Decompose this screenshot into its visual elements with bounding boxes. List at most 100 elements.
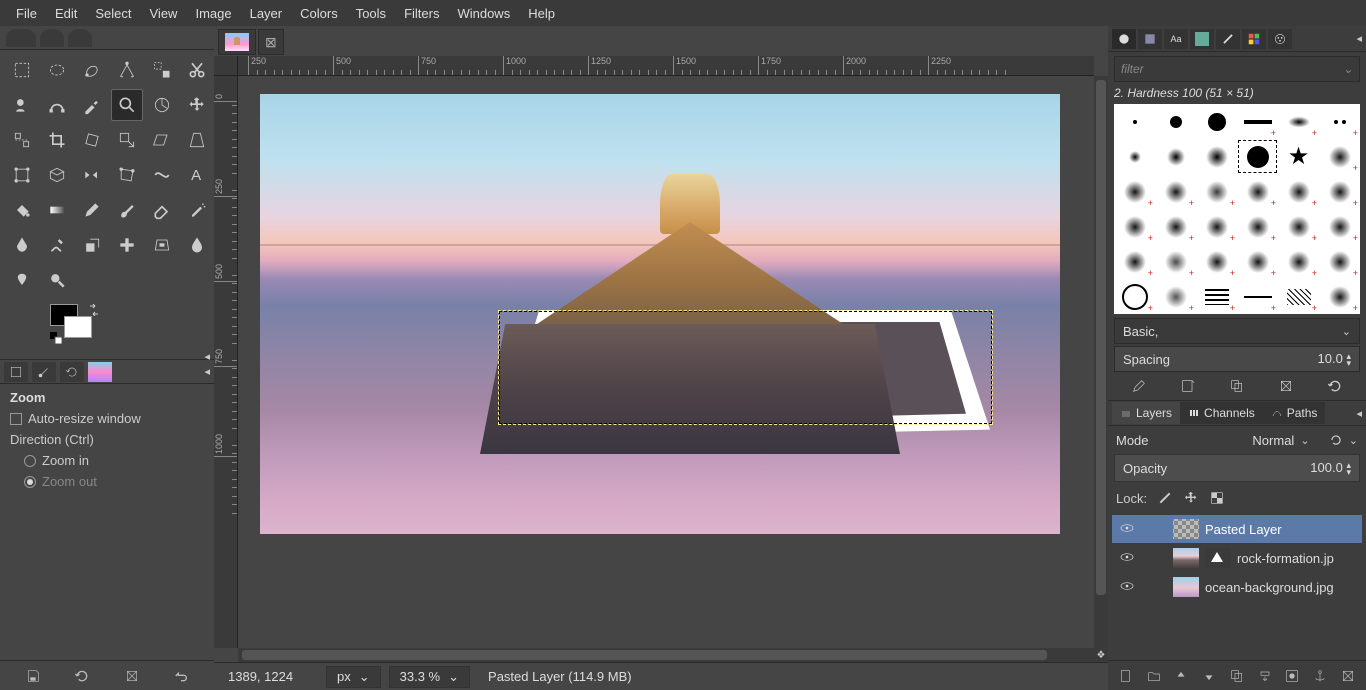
dodge-tool[interactable] <box>41 264 73 296</box>
menu-help[interactable]: Help <box>520 2 563 25</box>
flip-tool[interactable] <box>76 159 108 191</box>
blur-tool[interactable] <box>181 229 213 261</box>
document-tab[interactable] <box>218 29 256 55</box>
canvas[interactable] <box>260 94 1060 534</box>
mask-layer-icon[interactable] <box>1281 665 1303 687</box>
layer-item[interactable]: ocean-background.jpg <box>1112 573 1362 601</box>
rect-select-tool[interactable] <box>6 54 38 86</box>
close-icon[interactable]: ⊠ <box>261 34 281 51</box>
color-picker-tool[interactable] <box>76 89 108 121</box>
by-color-select-tool[interactable] <box>146 54 178 86</box>
paths-tool[interactable] <box>41 89 73 121</box>
new-brush-icon[interactable] <box>1176 375 1200 397</box>
menu-edit[interactable]: Edit <box>47 2 85 25</box>
opacity-slider[interactable]: Opacity100.0 ▴▾ <box>1114 454 1360 482</box>
cage-tool[interactable] <box>111 159 143 191</box>
merge-down-icon[interactable] <box>1254 665 1276 687</box>
scrollbar-vertical[interactable] <box>1094 76 1108 648</box>
menu-layer[interactable]: Layer <box>242 2 291 25</box>
crop-tool[interactable] <box>41 124 73 156</box>
heal-tool[interactable] <box>111 229 143 261</box>
lock-position-icon[interactable] <box>1183 490 1199 506</box>
pencil-tool[interactable] <box>76 194 108 226</box>
patterns-tab[interactable] <box>1138 29 1162 49</box>
menu-file[interactable]: File <box>8 2 45 25</box>
paintbrush-tool[interactable] <box>111 194 143 226</box>
save-options-icon[interactable] <box>21 664 45 688</box>
menu-windows[interactable]: Windows <box>449 2 518 25</box>
scale-tool[interactable] <box>111 124 143 156</box>
reset-options-icon[interactable] <box>169 664 193 688</box>
zoom-in-radio[interactable] <box>24 455 36 467</box>
panel-menu-icon[interactable]: ◂ <box>1356 32 1362 45</box>
scrollbar-horizontal[interactable] <box>238 648 1094 662</box>
mode-reset-icon[interactable] <box>1329 433 1343 447</box>
swap-colors-icon[interactable] <box>88 304 100 316</box>
perspective-tool[interactable] <box>181 124 213 156</box>
edit-brush-icon[interactable] <box>1127 375 1151 397</box>
menu-tools[interactable]: Tools <box>348 2 394 25</box>
brushes-tab[interactable] <box>1112 29 1136 49</box>
gradient-tool[interactable] <box>41 194 73 226</box>
menu-image[interactable]: Image <box>187 2 239 25</box>
fonts-tab[interactable]: Aa <box>1164 29 1188 49</box>
fuzzy-select-tool[interactable] <box>111 54 143 86</box>
menu-filters[interactable]: Filters <box>396 2 447 25</box>
align-tool[interactable] <box>6 124 38 156</box>
raise-layer-icon[interactable] <box>1170 665 1192 687</box>
background-swatch[interactable] <box>64 316 92 338</box>
tool-options-tab[interactable] <box>4 362 28 382</box>
navigation-icon[interactable]: ❖ <box>1094 648 1108 662</box>
paths-tab[interactable]: Paths <box>1263 402 1326 424</box>
free-select-tool[interactable] <box>76 54 108 86</box>
brush-spacing-slider[interactable]: Spacing10.0 ▴▾ <box>1114 346 1360 372</box>
clone-tool[interactable] <box>76 229 108 261</box>
new-layer-group-icon[interactable] <box>1143 665 1165 687</box>
visibility-icon[interactable] <box>1119 549 1137 568</box>
delete-brush-icon[interactable] <box>1274 375 1298 397</box>
delete-layer-icon[interactable] <box>1337 665 1359 687</box>
layer-name[interactable]: ocean-background.jpg <box>1205 580 1334 595</box>
layer-item[interactable]: rock-formation.jp <box>1112 544 1362 572</box>
ruler-corner[interactable] <box>214 56 238 76</box>
channels-tab[interactable]: Channels <box>1180 402 1263 424</box>
lock-pixels-icon[interactable] <box>1157 490 1173 506</box>
units-dropdown[interactable]: px⌄ <box>326 666 381 688</box>
duplicate-brush-icon[interactable] <box>1225 375 1249 397</box>
menu-select[interactable]: Select <box>87 2 139 25</box>
ruler-horizontal[interactable]: 250500750100012501500175020002250 <box>238 56 1094 76</box>
gradients-tab[interactable] <box>1190 29 1214 49</box>
eraser-tool[interactable] <box>146 194 178 226</box>
tool-presets-tab[interactable] <box>1216 29 1240 49</box>
measure-tool[interactable] <box>146 89 178 121</box>
canvas-viewport[interactable] <box>238 76 1094 648</box>
panel-menu-icon[interactable]: ◂ <box>204 365 210 378</box>
airbrush-tool[interactable] <box>181 194 213 226</box>
auto-resize-checkbox[interactable] <box>10 413 22 425</box>
lock-alpha-icon[interactable] <box>1209 490 1225 506</box>
zoom-out-radio[interactable] <box>24 476 36 488</box>
document-tab-close[interactable]: ⊠ <box>258 29 284 55</box>
device-status-tab[interactable] <box>32 362 56 382</box>
color-swatches[interactable] <box>50 304 214 354</box>
document-history-tab[interactable] <box>1268 29 1292 49</box>
zoom-tool[interactable] <box>111 89 143 121</box>
layers-tab[interactable]: Layers <box>1112 402 1180 424</box>
layer-item[interactable]: Pasted Layer <box>1112 515 1362 543</box>
smudge-tool[interactable] <box>6 264 38 296</box>
restore-options-icon[interactable] <box>70 664 94 688</box>
shear-tool[interactable] <box>146 124 178 156</box>
scissors-tool[interactable] <box>181 54 213 86</box>
anchor-layer-icon[interactable] <box>1309 665 1331 687</box>
brush-grid[interactable]: +++ ★+ ++++++ ++++++ ++++++ ++++++ <box>1114 104 1360 314</box>
brush-filter-input[interactable]: filter⌄ <box>1114 56 1360 82</box>
refresh-brush-icon[interactable] <box>1323 375 1347 397</box>
move-tool[interactable] <box>181 89 213 121</box>
delete-options-icon[interactable] <box>120 664 144 688</box>
zoom-dropdown[interactable]: 33.3 %⌄ <box>389 666 470 688</box>
warp-tool[interactable] <box>146 159 178 191</box>
duplicate-layer-icon[interactable] <box>1226 665 1248 687</box>
menu-colors[interactable]: Colors <box>292 2 346 25</box>
bucket-fill-tool[interactable] <box>6 194 38 226</box>
new-layer-icon[interactable] <box>1115 665 1137 687</box>
